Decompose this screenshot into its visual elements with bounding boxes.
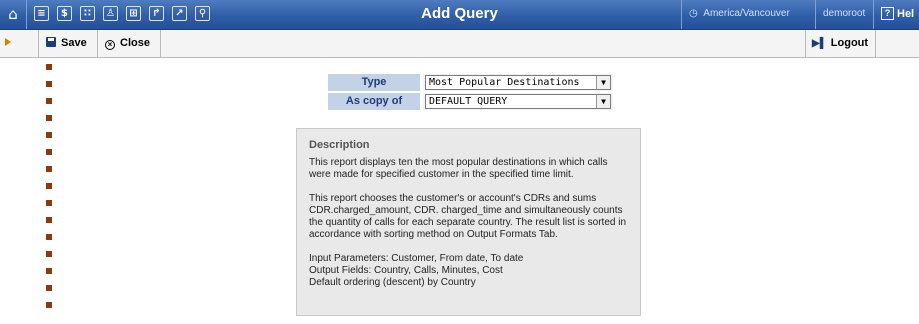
type-row: Most Popular Destinations ▼ [423,74,613,91]
output-fields-text: Output Fields: Country, Calls, Minutes, … [309,265,503,276]
divider [681,0,682,29]
input-parameters-text: Input Parameters: Customer, From date, T… [309,253,524,264]
close-button[interactable]: × Close [105,37,150,50]
type-label: Type [328,74,420,91]
description-panel: Description This report displays ten the… [296,128,641,316]
save-label: Save [61,37,87,49]
close-label: Close [120,37,150,49]
divider [875,30,876,57]
copy-select-value: DEFAULT QUERY [429,96,508,107]
divider [97,30,98,57]
help-link[interactable]: ? Hel [881,7,914,20]
help-icon: ? [881,7,894,20]
logout-icon: ▶▌ [812,38,827,49]
type-select[interactable]: Most Popular Destinations ▼ [425,75,611,90]
description-paragraph: This report displays ten the most popula… [309,157,608,180]
expand-arrow-icon[interactable] [5,38,11,46]
top-bar: ⌂ ≡ $ ∷ ♙ ⊞ ↱ ↗ ⚲ Add Query ◷ America/Va… [0,0,919,30]
description-paragraph: This report chooses the customer's or ac… [309,193,627,240]
divider [873,0,874,29]
copy-row: DEFAULT QUERY ▼ [423,93,613,110]
chevron-down-icon[interactable]: ▼ [596,95,610,108]
dotted-separator [46,64,52,319]
close-icon: × [105,40,115,50]
divider [805,30,806,57]
username-link[interactable]: demoroot [823,8,865,19]
toolbar: Save × Close ▶▌ Logout [0,30,919,58]
divider [38,30,39,57]
type-select-value: Most Popular Destinations [429,77,580,88]
help-label: Hel [897,8,915,20]
logout-label: Logout [830,37,869,49]
divider [160,30,161,57]
copy-label: As copy of [328,93,420,110]
default-ordering-text: Default ordering (descent) by Country [309,277,476,288]
timezone-link[interactable]: ◷ America/Vancouver [689,8,790,19]
floppy-disk-icon [46,37,56,47]
save-button[interactable]: Save [46,37,87,49]
timezone-label: America/Vancouver [703,8,790,19]
copy-select[interactable]: DEFAULT QUERY ▼ [425,94,611,109]
divider [815,0,816,29]
description-heading: Description [309,139,370,151]
logout-button[interactable]: ▶▌ Logout [812,37,868,49]
chevron-down-icon[interactable]: ▼ [596,76,610,89]
